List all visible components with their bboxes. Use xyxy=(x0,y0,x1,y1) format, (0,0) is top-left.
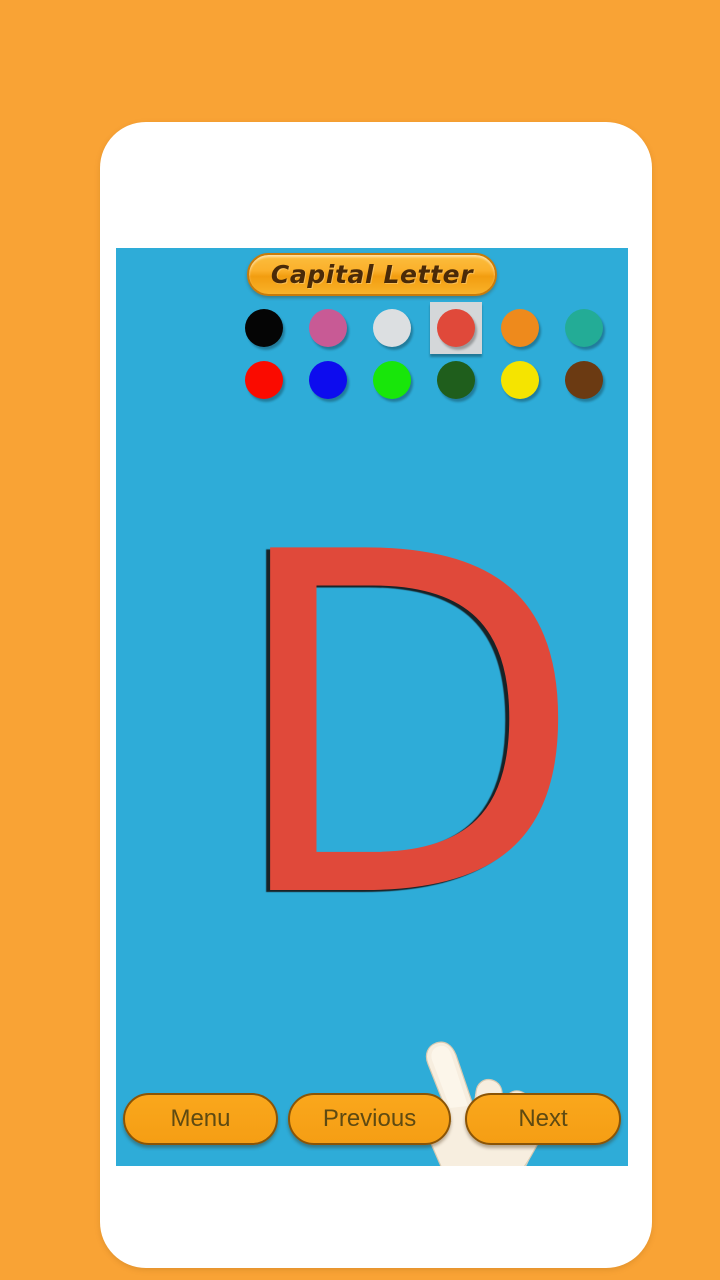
color-swatch-red-tomato-selected[interactable] xyxy=(430,302,482,354)
palette-row-2 xyxy=(116,354,628,406)
swatch-fill xyxy=(437,361,475,399)
menu-button-label: Menu xyxy=(170,1105,231,1132)
color-swatch-yellow[interactable] xyxy=(494,354,546,406)
swatch-fill xyxy=(373,309,411,347)
swatch-fill xyxy=(245,309,283,347)
menu-button[interactable]: Menu xyxy=(123,1093,278,1145)
previous-button-label: Previous xyxy=(322,1105,417,1132)
title-banner: Capital Letter xyxy=(247,253,497,296)
color-swatch-teal[interactable] xyxy=(558,302,610,354)
app-root: Capital Letter D Menu Previous Next xyxy=(0,0,720,1280)
color-swatch-pure-blue[interactable] xyxy=(302,354,354,406)
swatch-fill xyxy=(501,361,539,399)
page-title: Capital Letter xyxy=(270,260,474,289)
color-swatch-orange[interactable] xyxy=(494,302,546,354)
next-button-label: Next xyxy=(518,1105,568,1132)
previous-button[interactable]: Previous xyxy=(288,1093,451,1145)
swatch-fill xyxy=(501,309,539,347)
color-swatch-pink[interactable] xyxy=(302,302,354,354)
color-swatch-black[interactable] xyxy=(238,302,290,354)
color-palette xyxy=(116,302,628,406)
swatch-fill xyxy=(373,361,411,399)
swatch-fill xyxy=(309,361,347,399)
swatch-fill xyxy=(309,309,347,347)
letter-tracing-canvas[interactable]: D xyxy=(116,428,628,1166)
color-swatch-green[interactable] xyxy=(622,302,628,354)
color-swatch-purple[interactable] xyxy=(622,354,628,406)
next-button[interactable]: Next xyxy=(465,1093,621,1145)
swatch-fill xyxy=(437,309,475,347)
palette-row-1 xyxy=(116,302,628,354)
letter-outline[interactable]: D xyxy=(224,493,586,963)
color-swatch-white[interactable] xyxy=(366,302,418,354)
swatch-fill xyxy=(565,361,603,399)
swatch-fill xyxy=(245,361,283,399)
color-swatch-bright-green[interactable] xyxy=(366,354,418,406)
swatch-fill xyxy=(565,309,603,347)
color-swatch-brown[interactable] xyxy=(558,354,610,406)
app-screen: Capital Letter D Menu Previous Next xyxy=(116,248,628,1166)
bottom-navigation-bar: Menu Previous Next xyxy=(116,1093,628,1145)
color-swatch-pure-red[interactable] xyxy=(238,354,290,406)
color-swatch-dark-green[interactable] xyxy=(430,354,482,406)
